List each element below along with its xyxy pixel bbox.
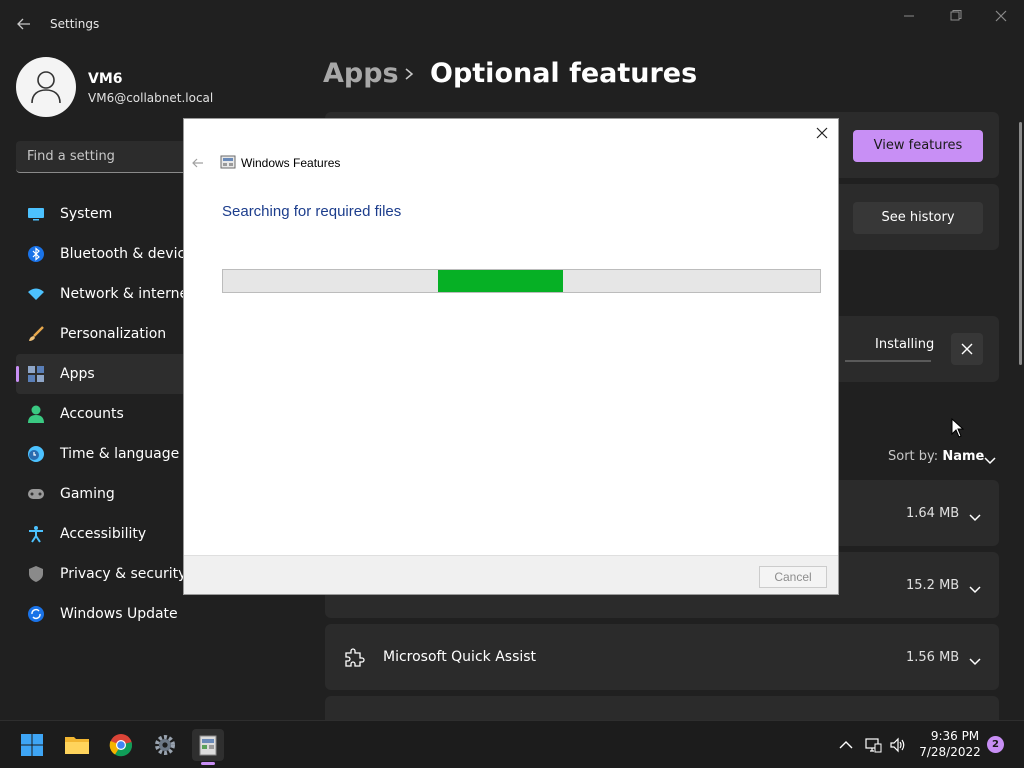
volume-icon[interactable] bbox=[889, 736, 907, 754]
dialog-status-heading: Searching for required files bbox=[222, 203, 402, 220]
sidebar-item-label: Windows Update bbox=[60, 606, 178, 622]
scrollbar-thumb[interactable] bbox=[1019, 122, 1022, 365]
dialog-close-icon[interactable] bbox=[814, 125, 830, 141]
sidebar-item-label: Gaming bbox=[60, 486, 115, 502]
accessibility-icon bbox=[26, 524, 46, 544]
sidebar-item-label: Accounts bbox=[60, 406, 124, 422]
clock-globe-icon bbox=[26, 444, 46, 464]
sort-label: Sort by: bbox=[888, 449, 939, 464]
mouse-cursor-icon bbox=[951, 417, 965, 438]
window-title: Settings bbox=[50, 17, 100, 31]
notification-badge[interactable]: 2 bbox=[987, 736, 1004, 753]
profile-name: VM6 bbox=[88, 71, 123, 87]
profile-email: VM6@collabnet.local bbox=[88, 91, 214, 105]
close-button[interactable] bbox=[989, 8, 1013, 24]
restore-button[interactable] bbox=[943, 8, 967, 24]
progress-bar bbox=[222, 269, 821, 293]
dialog-title: Windows Features bbox=[241, 156, 341, 170]
sort-value: Name bbox=[942, 449, 985, 464]
sidebar-item-label: System bbox=[60, 206, 113, 222]
chevron-down-icon[interactable] bbox=[968, 509, 982, 522]
feature-size: 15.2 MB bbox=[906, 578, 960, 593]
system-icon bbox=[26, 204, 46, 224]
sidebar-item-label: Time & language bbox=[60, 446, 180, 462]
person-icon bbox=[31, 71, 61, 104]
clock-time[interactable]: 9:36 PM bbox=[930, 729, 980, 743]
sidebar-item-windows-update[interactable]: Windows Update bbox=[16, 594, 216, 634]
taskbar bbox=[0, 720, 1024, 768]
installing-progress-line bbox=[845, 360, 931, 362]
wifi-icon bbox=[26, 284, 46, 304]
windows-features-app-icon bbox=[199, 735, 217, 756]
gear-icon bbox=[155, 735, 175, 755]
start-button[interactable] bbox=[16, 729, 48, 761]
bluetooth-icon bbox=[26, 244, 46, 264]
active-indicator bbox=[16, 366, 19, 382]
chevron-up-icon[interactable] bbox=[837, 736, 855, 754]
breadcrumb-apps[interactable]: Apps bbox=[323, 58, 399, 89]
chevron-down-icon[interactable] bbox=[983, 452, 997, 465]
chevron-right-icon bbox=[402, 66, 416, 82]
chevron-down-icon[interactable] bbox=[968, 581, 982, 594]
file-explorer-button[interactable] bbox=[61, 729, 93, 761]
network-icon[interactable] bbox=[864, 736, 882, 754]
page-title: Optional features bbox=[430, 58, 698, 89]
clock-date[interactable]: 7/28/2022 bbox=[919, 745, 981, 759]
folder-icon bbox=[65, 737, 89, 754]
minimize-button[interactable] bbox=[897, 8, 921, 24]
progress-fill bbox=[438, 270, 563, 292]
sidebar-item-label: Bluetooth & devices bbox=[60, 246, 202, 262]
feature-row[interactable] bbox=[325, 696, 999, 720]
brush-icon bbox=[26, 324, 46, 344]
chrome-icon bbox=[109, 734, 133, 757]
windows-logo-icon bbox=[21, 734, 43, 756]
back-arrow-icon[interactable] bbox=[191, 155, 205, 169]
feature-size: 1.64 MB bbox=[906, 506, 960, 521]
close-icon bbox=[961, 343, 973, 355]
gamepad-icon bbox=[26, 484, 46, 504]
chrome-button[interactable] bbox=[105, 729, 137, 761]
person-icon bbox=[26, 404, 46, 424]
view-features-button[interactable]: View features bbox=[853, 130, 983, 162]
sidebar-item-label: Network & internet bbox=[60, 286, 194, 302]
avatar[interactable] bbox=[16, 57, 76, 117]
installing-status: Installing bbox=[875, 337, 935, 352]
windows-features-app-icon bbox=[220, 154, 236, 170]
sidebar-item-label: Personalization bbox=[60, 326, 167, 342]
sidebar-item-label: Accessibility bbox=[60, 526, 147, 542]
cancel-install-button[interactable] bbox=[951, 333, 983, 365]
puzzle-icon bbox=[343, 646, 365, 668]
sidebar-item-label: Apps bbox=[60, 366, 95, 382]
shield-icon bbox=[26, 564, 46, 584]
sort-control[interactable]: Sort by: Name bbox=[888, 449, 984, 464]
search-placeholder: Find a setting bbox=[27, 149, 115, 164]
dialog-cancel-button[interactable]: Cancel bbox=[759, 566, 827, 588]
chevron-down-icon[interactable] bbox=[968, 653, 982, 666]
update-icon bbox=[26, 604, 46, 624]
title-bar: Settings bbox=[0, 0, 1024, 48]
windows-features-taskbar-button[interactable] bbox=[192, 729, 224, 761]
back-arrow-icon[interactable] bbox=[14, 14, 34, 34]
see-history-button[interactable]: See history bbox=[853, 202, 983, 234]
feature-name: Microsoft Quick Assist bbox=[383, 649, 537, 665]
windows-features-dialog: Windows Features Searching for required … bbox=[183, 118, 839, 595]
active-app-indicator bbox=[201, 762, 215, 765]
apps-icon bbox=[26, 364, 46, 384]
settings-taskbar-button[interactable] bbox=[149, 729, 181, 761]
sidebar-item-label: Privacy & security bbox=[60, 566, 187, 582]
dialog-footer: Cancel bbox=[184, 555, 838, 594]
feature-size: 1.56 MB bbox=[906, 650, 960, 665]
